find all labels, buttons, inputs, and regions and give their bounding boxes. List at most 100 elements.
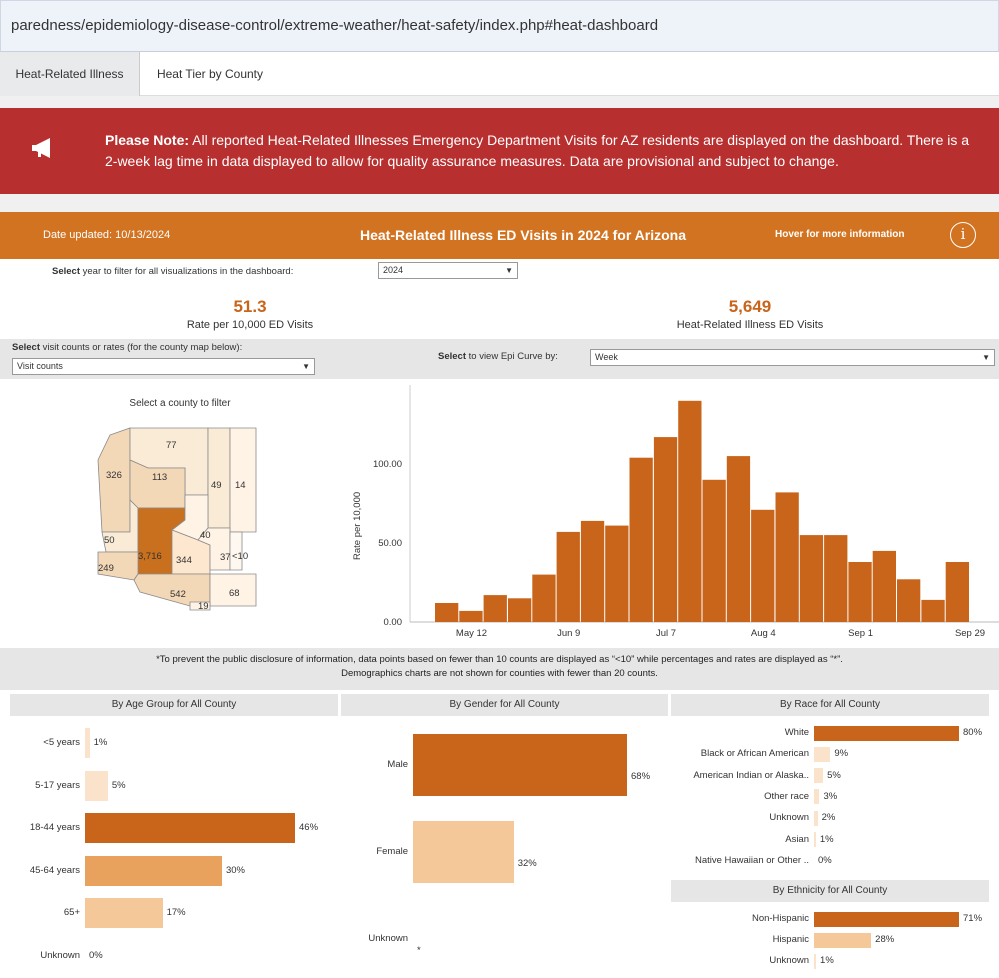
epi-bar[interactable] (653, 437, 678, 622)
age-bar[interactable] (85, 898, 163, 928)
rate-label: Rate per 10,000 ED Visits (186, 319, 314, 331)
epi-bar[interactable] (799, 535, 824, 622)
county-navajo[interactable] (207, 427, 231, 529)
age-bar[interactable] (85, 728, 90, 758)
race-bar[interactable] (814, 768, 824, 784)
visit-filter-label: Select visit counts or rates (for the co… (12, 342, 242, 353)
x-tick-label: Sep 29 (955, 628, 985, 639)
tab-heat-tier-by-county[interactable]: Heat Tier by County (140, 52, 280, 96)
epi-label-text: to view Epi Curve by: (466, 351, 558, 362)
tab-bar: Heat-Related Illness Heat Tier by County (0, 52, 999, 96)
tab-heat-related-illness[interactable]: Heat-Related Illness (0, 52, 140, 96)
county-value-pima: 542 (170, 589, 186, 600)
age-row-label: Unknown (40, 949, 80, 961)
county-value-yavapai: 113 (152, 472, 167, 483)
epi-bar[interactable] (921, 599, 945, 622)
y-tick-label: 100.00 (373, 459, 402, 470)
info-icon[interactable]: i (950, 222, 976, 248)
alert-text: Please Note: All reported Heat-Related I… (105, 130, 985, 172)
race-bar[interactable] (814, 746, 831, 762)
dashboard-header: Date updated: 10/13/2024 Heat-Related Il… (0, 212, 999, 259)
address-bar[interactable]: paredness/epidemiology-disease-control/e… (0, 0, 999, 52)
race-row-label: Native Hawaiian or Other .. (694, 854, 809, 866)
race-row-value: 9% (834, 748, 849, 760)
race-bar[interactable] (814, 810, 818, 826)
visits-label: Heat-Related Illness ED Visits (676, 319, 824, 331)
visits-value: 5,649 (728, 297, 772, 316)
county-value-apache: 14 (235, 480, 246, 491)
county-value-gila: 40 (200, 530, 211, 541)
epi-bar[interactable] (508, 598, 532, 622)
epi-bar[interactable] (678, 400, 702, 622)
county-value-graham: 37 (220, 552, 231, 563)
epi-bar[interactable] (435, 603, 459, 622)
eth-row-label: Non-Hispanic (751, 913, 809, 924)
eth-bar[interactable] (814, 932, 872, 948)
race-row-value: 3% (823, 790, 838, 802)
race-row-value: 1% (819, 833, 834, 845)
epi-curve-select[interactable]: Week ▼ (590, 349, 995, 366)
year-label-text: year to filter for all visualizations in… (80, 266, 294, 277)
spacer (0, 96, 999, 108)
map-title: Select a county to filter (129, 398, 231, 409)
county-value-mohave: 326 (106, 470, 122, 481)
y-tick-label: 50.00 (378, 538, 402, 549)
eth-row-value: 28% (875, 934, 895, 945)
age-row-value: 5% (111, 779, 126, 791)
age-bar[interactable] (85, 770, 108, 801)
x-tick-label: Jul 7 (656, 628, 676, 639)
year-select[interactable]: 2024 ▼ (378, 262, 518, 279)
county-value-navajo: 49 (211, 480, 222, 491)
year-filter-label: Select year to filter for all visualizat… (52, 266, 293, 277)
eth-bar[interactable] (814, 953, 817, 969)
epi-bar[interactable] (556, 531, 580, 622)
age-row-label: <5 years (43, 737, 80, 748)
epi-bar[interactable] (580, 520, 605, 622)
gender-row-value: 32% (517, 858, 537, 869)
visit-label-bold: Select (12, 342, 40, 353)
gender-row-value: * (417, 945, 421, 956)
visit-metric-select[interactable]: Visit counts ▼ (12, 358, 315, 375)
eth-row-value: 1% (820, 955, 834, 966)
rate-value: 51.3 (233, 297, 267, 316)
gender-bar[interactable] (413, 734, 627, 796)
chevron-down-icon: ▼ (302, 362, 310, 371)
race-row-label: Asian (785, 833, 809, 845)
epi-bar[interactable] (945, 562, 969, 622)
age-row-value: 30% (225, 864, 245, 876)
county-value-greenlee: <10 (232, 551, 248, 562)
x-tick-label: Jun 9 (557, 628, 580, 639)
age-bar[interactable] (85, 855, 222, 886)
epi-bar[interactable] (872, 550, 896, 622)
x-tick-label: Aug 4 (751, 628, 776, 639)
race-bar[interactable] (814, 832, 816, 847)
age-row-label: 5-17 years (35, 779, 80, 791)
age-panel-title: By Age Group for All County (10, 694, 338, 716)
epi-bar[interactable] (848, 562, 872, 622)
epi-bar[interactable] (726, 456, 751, 622)
race-row-value: 80% (963, 727, 983, 738)
visit-select-value: Visit counts (17, 361, 63, 371)
epi-bar[interactable] (629, 457, 653, 622)
epi-bar[interactable] (483, 595, 507, 622)
epi-bar[interactable] (751, 509, 775, 622)
gender-bar[interactable] (413, 821, 514, 883)
epi-select-value: Week (595, 352, 618, 362)
epi-bar[interactable] (897, 579, 921, 622)
eth-bar[interactable] (814, 911, 959, 927)
epi-bar[interactable] (702, 479, 726, 622)
race-bar[interactable] (814, 789, 820, 805)
age-bar[interactable] (85, 813, 295, 843)
epi-bar[interactable] (459, 610, 483, 622)
epi-curve-chart: Rate per 10,000 0.00 50.00 100.00 May 12 Ju… (352, 385, 999, 639)
epi-bar[interactable] (605, 525, 629, 622)
epi-bar[interactable] (532, 574, 556, 622)
disclosure-note-line2: Demographics charts are not shown for co… (341, 668, 658, 679)
race-row-label: American Indian or Alaska.. (693, 769, 809, 781)
race-bar[interactable] (814, 725, 959, 741)
county-map[interactable]: 326 77 49 14 113 50 3,716 40 249 344 37 … (90, 420, 270, 620)
county-value-la-paz: 50 (104, 535, 115, 546)
race-row-value: 0% (818, 854, 832, 866)
epi-bar[interactable] (775, 492, 799, 622)
epi-bar[interactable] (824, 535, 848, 622)
